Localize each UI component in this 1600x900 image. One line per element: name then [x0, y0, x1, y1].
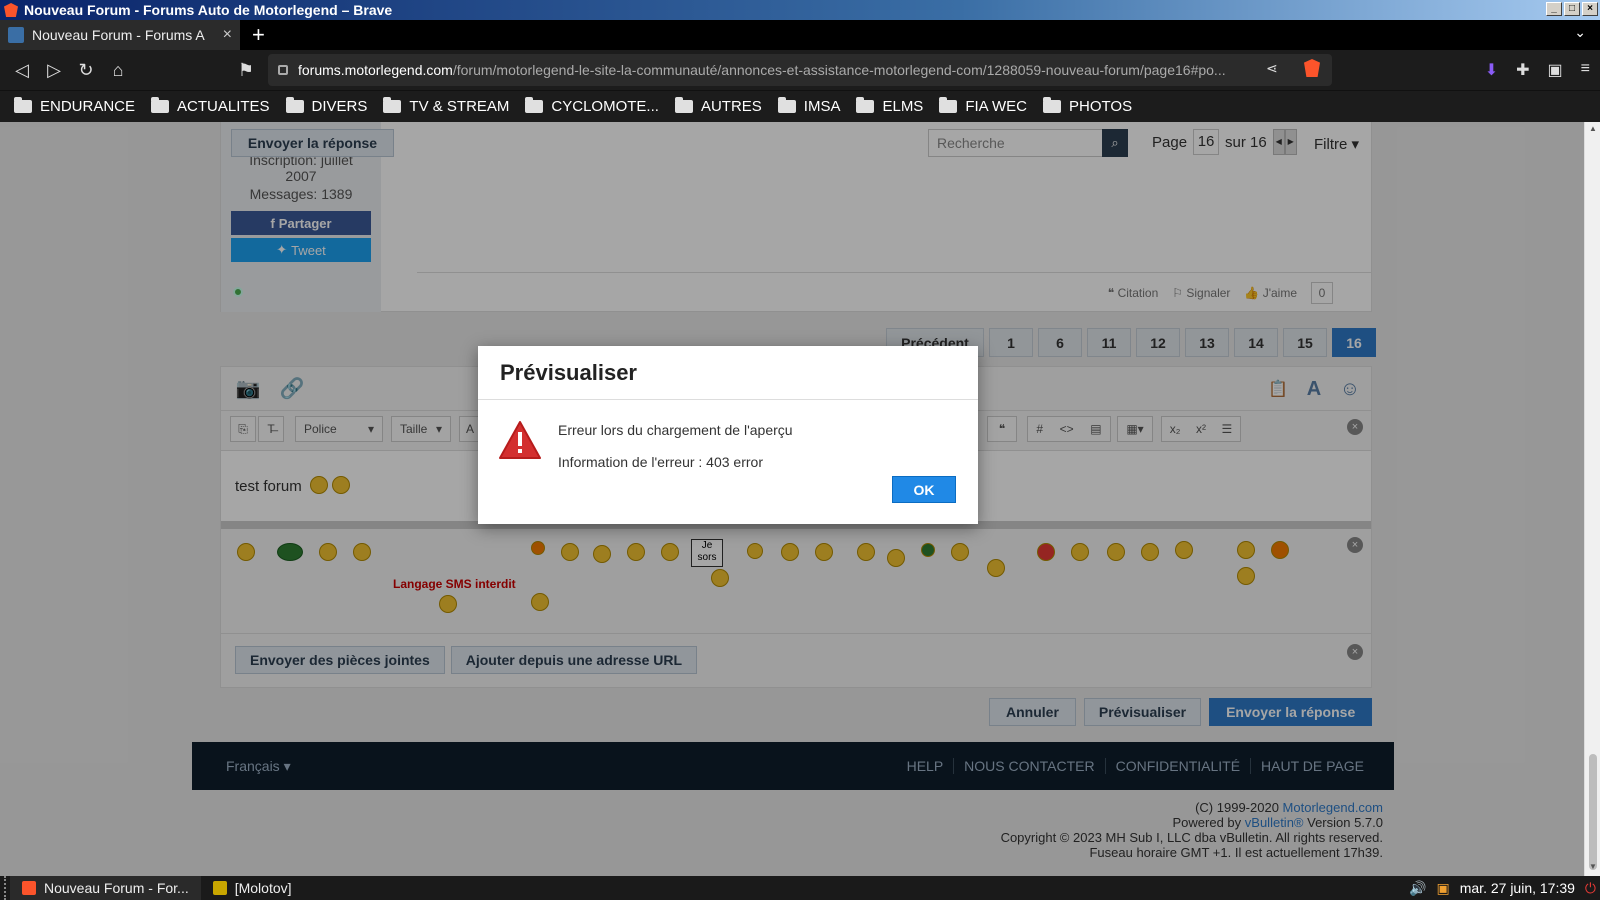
bookmark-actualites[interactable]: ACTUALITES: [151, 97, 270, 115]
lock-icon: [278, 65, 288, 75]
folder-icon: [151, 97, 170, 113]
task-brave[interactable]: Nouveau Forum - For...: [10, 876, 201, 900]
window-title: Nouveau Forum - Forums Auto de Motorlege…: [24, 2, 393, 18]
ok-button[interactable]: OK: [892, 476, 956, 503]
folder-icon: [939, 97, 958, 113]
bookmark-elms[interactable]: ELMS: [856, 97, 923, 115]
close-window-button[interactable]: ×: [1582, 2, 1598, 16]
maximize-button[interactable]: □: [1564, 2, 1580, 16]
dialog-title: Prévisualiser: [478, 346, 978, 400]
new-tab-button[interactable]: +: [252, 22, 265, 48]
folder-icon: [525, 97, 544, 113]
bookmark-photos[interactable]: PHOTOS: [1043, 97, 1132, 115]
home-icon[interactable]: ⌂: [102, 60, 134, 81]
task-molotov[interactable]: [Molotov]: [201, 876, 304, 900]
extensions-icon[interactable]: ✚: [1516, 60, 1529, 80]
url-host: forums.motorlegend.com: [298, 62, 453, 78]
favicon-icon: [8, 27, 24, 43]
reload-icon[interactable]: ↻: [70, 60, 102, 81]
close-tab-icon[interactable]: ×: [223, 26, 232, 44]
share-icon[interactable]: ⋖: [1266, 60, 1278, 77]
sidebar-icon[interactable]: ▣: [1548, 60, 1563, 80]
bookmark-icon[interactable]: ⚑: [230, 60, 262, 81]
folder-icon: [1043, 97, 1061, 113]
tab-strip: Nouveau Forum - Forums A × + ⌄: [0, 20, 1600, 50]
window-controls: _ □ ×: [1546, 2, 1598, 16]
dialog-message: Erreur lors du chargement de l'aperçu: [558, 422, 793, 438]
folder-icon: [674, 97, 693, 113]
forward-icon[interactable]: ▷: [38, 60, 70, 81]
network-icon[interactable]: ▣: [1437, 880, 1450, 897]
back-icon[interactable]: ◁: [6, 60, 38, 81]
download-icon[interactable]: ⬇: [1485, 60, 1498, 80]
scroll-down-icon[interactable]: ▼: [1589, 862, 1597, 871]
address-bar[interactable]: forums.motorlegend.com /forum/motorlegen…: [268, 54, 1332, 86]
scroll-up-icon[interactable]: ▲: [1589, 124, 1597, 133]
bookmarks-bar: ENDURANCE ACTUALITES DIVERS TV & STREAM …: [0, 90, 1600, 122]
folder-icon: [777, 97, 796, 113]
scrollbar-thumb[interactable]: [1589, 754, 1597, 870]
preview-error-dialog: Prévisualiser Erreur lors du chargement …: [478, 346, 978, 524]
toolbar-right: ⬇ ✚ ▣ ≡: [1485, 60, 1590, 80]
folder-icon: [383, 97, 402, 113]
tab-title: Nouveau Forum - Forums A: [32, 27, 205, 43]
bookmark-endurance[interactable]: ENDURANCE: [14, 97, 135, 115]
power-icon[interactable]: ⏻: [1585, 880, 1596, 897]
bookmark-imsa[interactable]: IMSA: [777, 97, 840, 115]
bookmark-cyclomote[interactable]: CYCLOMOTE...: [525, 97, 659, 115]
brave-icon: [4, 3, 18, 17]
tab-forum[interactable]: Nouveau Forum - Forums A ×: [0, 20, 240, 50]
page-scrollbar[interactable]: ▲ ▼: [1584, 122, 1600, 876]
os-taskbar: Nouveau Forum - For... [Molotov] 🔊 ▣ mar…: [0, 876, 1600, 900]
volume-icon[interactable]: 🔊: [1409, 880, 1426, 897]
bookmark-tv-stream[interactable]: TV & STREAM: [383, 97, 509, 115]
brave-icon: [22, 881, 36, 895]
brave-shields-icon[interactable]: [1304, 59, 1320, 77]
bookmark-autres[interactable]: AUTRES: [674, 97, 762, 115]
bookmark-fia-wec[interactable]: FIA WEC: [939, 97, 1027, 115]
page-viewport: Inscription: juillet 2007 Messages: 1389…: [0, 122, 1584, 876]
clock[interactable]: mar. 27 juin, 17:39: [1460, 880, 1575, 896]
system-tray: 🔊 ▣ mar. 27 juin, 17:39 ⏻: [1409, 876, 1600, 900]
minimize-button[interactable]: _: [1546, 2, 1562, 16]
browser-toolbar: ◁ ▷ ↻ ⌂ ⚑ forums.motorlegend.com /forum/…: [0, 50, 1600, 90]
folder-icon: [285, 97, 304, 113]
tab-search-icon[interactable]: ⌄: [1574, 24, 1586, 41]
menu-icon[interactable]: ≡: [1581, 60, 1590, 80]
window-titlebar: Nouveau Forum - Forums Auto de Motorlege…: [0, 0, 1600, 20]
folder-icon: [14, 97, 32, 113]
folder-icon: [856, 97, 875, 113]
warning-icon: [499, 421, 541, 459]
dialog-error-info: Information de l'erreur : 403 error: [558, 454, 763, 470]
bookmark-divers[interactable]: DIVERS: [285, 97, 367, 115]
molotov-icon: [212, 881, 227, 895]
url-path: /forum/motorlegend-le-site-la-communauté…: [452, 62, 1226, 78]
